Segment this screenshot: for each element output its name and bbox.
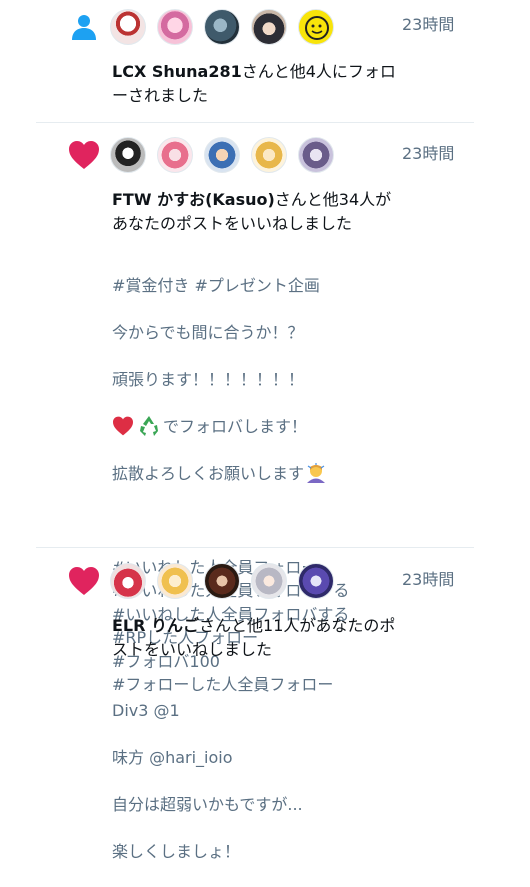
post-line	[112, 509, 412, 533]
heart-icon	[66, 563, 102, 599]
notification-like[interactable]: 23時間 FTW かすお(Kasuo)さんと他34人があなたのポストをいいねしま…	[0, 123, 530, 694]
avatar[interactable]	[204, 137, 240, 173]
post-line: #賞金付き #プレゼント企画	[112, 275, 320, 295]
notification-summary: LCX Shuna281さんと他4人にフォローされました	[112, 60, 402, 108]
notification-summary: FTW かすお(Kasuo)さんと他34人があなたのポストをいいねしました	[112, 188, 402, 236]
avatar[interactable]	[157, 563, 193, 599]
avatar[interactable]	[251, 137, 287, 173]
user-name[interactable]: FTW かすお(Kasuo)	[112, 190, 275, 209]
person-icon	[66, 9, 102, 45]
user-name[interactable]: ELR りんご	[112, 616, 199, 635]
avatar[interactable]	[204, 563, 240, 599]
post-line: 頑張ります！！！！！！！	[112, 369, 305, 389]
red-heart-emoji-icon	[113, 416, 133, 436]
post-line: でフォロバします！	[112, 415, 412, 439]
notification-summary: ELR りんごさんと他11人があなたのポストをいいねしました	[112, 614, 402, 662]
avatar[interactable]	[298, 137, 334, 173]
post-line: 拡散よろしくお願いします	[112, 462, 412, 486]
avatar[interactable]	[298, 9, 334, 45]
avatar[interactable]	[110, 563, 146, 599]
bowing-person-emoji-icon	[307, 463, 326, 484]
heart-icon	[66, 137, 102, 173]
timestamp: 23時間	[402, 144, 455, 163]
post-line: 自分は超弱いかもですが...	[112, 794, 303, 814]
avatar[interactable]	[110, 9, 146, 45]
post-line: Div3 @1	[112, 700, 180, 720]
notification-follow[interactable]: 23時間 LCX Shuna281さんと他4人にフォローされました	[0, 0, 530, 122]
smiley-logo-icon	[305, 16, 329, 40]
post-line: 味方 @hari_ioio	[112, 747, 233, 767]
avatar[interactable]	[110, 137, 146, 173]
avatar-row	[110, 9, 345, 45]
recycle-emoji-icon	[140, 416, 158, 437]
avatar[interactable]	[298, 563, 334, 599]
avatar-row	[110, 137, 345, 173]
notification-like[interactable]: 23時間 ELR りんごさんと他11人があなたのポストをいいねしました Div3…	[0, 548, 530, 861]
timestamp: 23時間	[402, 15, 455, 34]
avatar[interactable]	[251, 9, 287, 45]
avatar[interactable]	[157, 137, 193, 173]
user-name[interactable]: LCX Shuna281	[112, 62, 242, 81]
avatar-row	[110, 563, 345, 599]
avatar[interactable]	[157, 9, 193, 45]
post-line: 今からでも間に合うか！？	[112, 322, 304, 342]
post-line: 楽しくしましょ！	[112, 841, 241, 861]
timestamp: 23時間	[402, 570, 455, 589]
avatar[interactable]	[251, 563, 287, 599]
avatar[interactable]	[204, 9, 240, 45]
liked-post-preview[interactable]: Div3 @1 味方 @hari_ioio 自分は超弱いかもですが... 楽しく…	[112, 675, 412, 887]
